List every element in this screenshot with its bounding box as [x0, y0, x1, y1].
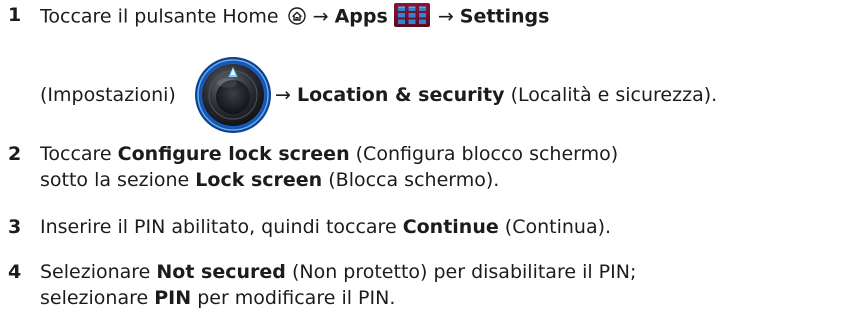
continue-label: Continue: [402, 216, 499, 238]
step-number: 2: [8, 143, 22, 165]
step-1-line-1: Toccare il pulsante Home → Apps → Settin…: [40, 3, 549, 31]
configure-lock-screen-label: Configure lock screen: [117, 143, 350, 165]
step-1-line-2-cont: → Location & security (Località e sicure…: [275, 83, 717, 108]
step-4-line-1: Selezionare Not secured (Non protetto) p…: [40, 260, 636, 285]
step-4-line-2: selezionare PIN per modificare il PIN.: [40, 286, 395, 311]
arrow: →: [306, 5, 335, 28]
step-text: sotto la sezione: [40, 169, 196, 191]
apps-grid-icon: [393, 3, 430, 27]
step-text: Inserire il PIN abilitato, quindi toccar…: [40, 216, 403, 238]
step-2-line-1: Toccare Configure lock screen (Configura…: [40, 142, 618, 167]
home-icon: [287, 6, 306, 25]
settings-label: Settings: [459, 5, 550, 28]
not-secured-label: Not secured: [156, 261, 286, 283]
step-text: (Blocca schermo).: [322, 169, 500, 191]
step-3-line-1: Inserire il PIN abilitato, quindi toccar…: [40, 215, 611, 240]
step-text: (Continua).: [498, 216, 612, 238]
location-security-label: Location & security: [296, 84, 505, 106]
step-text: Toccare: [40, 143, 118, 165]
step-text: (Impostazioni): [40, 84, 176, 106]
step-2-line-2: sotto la sezione Lock screen (Blocca sch…: [40, 168, 499, 193]
step-number: 1: [8, 4, 22, 26]
step-text: (Configura blocco schermo): [349, 143, 619, 165]
step-text: (Località e sicurezza).: [504, 84, 718, 106]
lock-screen-label: Lock screen: [195, 169, 323, 191]
arrow: →: [275, 84, 297, 106]
arrow: →: [431, 5, 460, 28]
step-text: Toccare il pulsante Home: [40, 5, 285, 28]
step-text: selezionare: [40, 287, 155, 309]
settings-knob-icon: [194, 56, 272, 134]
step-text: Selezionare: [40, 261, 157, 283]
apps-label: Apps: [334, 5, 388, 28]
step-number: 3: [8, 216, 22, 238]
step-1-line-2: (Impostazioni): [40, 83, 176, 108]
step-text: (Non protetto) per disabilitare il PIN;: [285, 261, 637, 283]
pin-label: PIN: [154, 287, 192, 309]
step-text: per modificare il PIN.: [191, 287, 396, 309]
step-number: 4: [8, 261, 22, 283]
